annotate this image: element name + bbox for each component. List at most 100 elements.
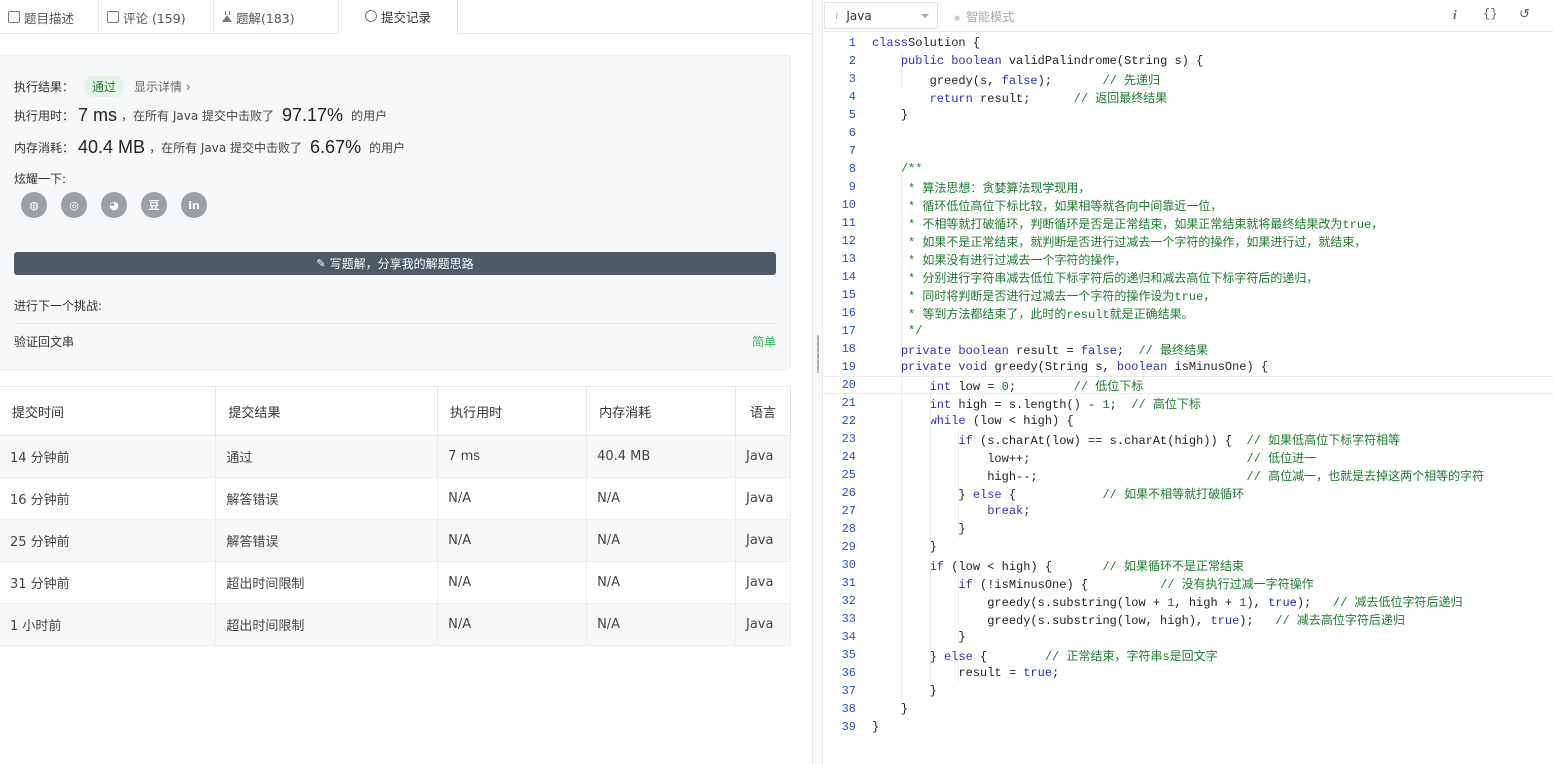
table-row[interactable]: 14 分钟前 通过 7 ms 40.4 MB Java — [0, 435, 792, 478]
linkedin-icon[interactable]: in — [181, 192, 207, 218]
code-line[interactable]: 3 greedy(s, false); // 先递归 — [823, 70, 1553, 88]
code-line[interactable]: 30 if (low < high) { // 如果循环不是正常结束 — [823, 556, 1553, 574]
code-token: result; — [972, 91, 1074, 106]
language-select[interactable]: i Java — [824, 2, 938, 29]
code-token: // 如果不相等就打破循环 — [1102, 487, 1245, 502]
info-icon[interactable]: i — [1453, 7, 1457, 23]
drag-handle-icon[interactable] — [817, 335, 819, 373]
code-line[interactable]: 11 * 不相等就打破循环，判断循环是否是正常结束，如果正常结束就将最终结果改为… — [823, 214, 1553, 232]
douban-icon[interactable]: 豆 — [141, 192, 167, 218]
submission-language: Java — [735, 477, 792, 520]
code-line[interactable]: 2 public boolean validPalindrome(String … — [823, 52, 1553, 70]
code-line[interactable]: 19 private void greedy(String s, boolean… — [823, 358, 1553, 376]
code-line[interactable]: 37 } — [823, 682, 1553, 700]
code-text: private void greedy(String s, boolean is… — [872, 360, 1268, 374]
line-number: 11 — [841, 216, 856, 230]
table-header-row: 提交时间 提交结果 执行用时 内存消耗 语言 — [0, 386, 792, 436]
code-line[interactable]: 5 } — [823, 106, 1553, 124]
code-line[interactable]: 28 } — [823, 520, 1553, 538]
code-token: ; — [1008, 379, 1074, 394]
code-line[interactable]: 33 greedy(s.substring(low, high), true);… — [823, 610, 1553, 628]
code-text: break; — [872, 504, 1030, 518]
tab-submissions[interactable]: 提交记录 — [339, 0, 458, 34]
code-line[interactable]: 13 * 如果没有进行过减去一个字符的操作， — [823, 250, 1553, 268]
exec-result-row: 执行结果： 通过 显示详情 › — [14, 76, 191, 97]
code-token: // 如果循环不是正常结束 — [1102, 559, 1245, 574]
wechat-icon[interactable]: ◍ — [21, 192, 47, 218]
table-row[interactable]: 16 分钟前 解答错误 N/A N/A Java — [0, 477, 792, 520]
submission-result[interactable]: 通过 — [215, 435, 439, 478]
code-text: */ — [872, 324, 922, 338]
pane-splitter[interactable] — [812, 0, 823, 764]
code-line[interactable]: 15 * 同时将判断是否进行过减去一个字符的操作设为true， — [823, 286, 1553, 304]
code-line[interactable]: 14 * 分别进行字符串减去低位下标字符后的递归和减去高位下标字符后的递归， — [823, 268, 1553, 286]
table-row[interactable]: 1 小时前 超出时间限制 N/A N/A Java — [0, 603, 792, 646]
submission-result[interactable]: 解答错误 — [215, 519, 439, 562]
code-line[interactable]: 1 classSolution { — [823, 34, 1553, 52]
code-line[interactable]: 18 private boolean result = false; // 最终… — [823, 340, 1553, 358]
column-header[interactable]: 提交结果 — [215, 386, 439, 436]
code-line[interactable]: 34 } — [823, 628, 1553, 646]
table-row[interactable]: 31 分钟前 超出时间限制 N/A N/A Java — [0, 561, 792, 604]
tab-description[interactable]: 题目描述 — [0, 0, 99, 34]
code-line[interactable]: 35 } else { // 正常结束，字符串s是回文字 — [823, 646, 1553, 664]
code-line[interactable]: 4 return result; // 返回最终结果 — [823, 88, 1553, 106]
next-problem-link[interactable]: 验证回文串 — [14, 333, 74, 350]
code-line[interactable]: 31 if (!isMinusOne) { // 没有执行过减一字符操作 — [823, 574, 1553, 592]
code-line[interactable]: 21 int high = s.length() - 1; // 高位下标 — [823, 394, 1553, 412]
chevron-down-icon — [921, 14, 929, 18]
code-line[interactable]: 9 * 算法思想：贪婪算法现学现用， — [823, 178, 1553, 196]
smart-mode-toggle[interactable]: 智能模式 — [954, 8, 1014, 25]
code-token: break — [987, 504, 1024, 518]
line-number: 27 — [841, 504, 856, 518]
code-token: int — [929, 397, 952, 412]
code-line[interactable]: 38 } — [823, 700, 1553, 718]
code-line[interactable]: 6 — [823, 124, 1553, 142]
code-token: } — [872, 649, 945, 664]
weibo-icon[interactable]: ◎ — [61, 192, 87, 218]
code-editor[interactable]: 1 classSolution {2 public boolean validPa… — [823, 34, 1553, 764]
tab-label: 题解(183) — [236, 10, 295, 26]
column-header[interactable]: 语言 — [735, 386, 792, 436]
column-header[interactable]: 内存消耗 — [586, 386, 736, 436]
code-line[interactable]: 16 * 等到方法都结束了，此时的result就是正确结果。 — [823, 304, 1553, 322]
code-line[interactable]: 25 high--; // 高位减一，也就是去掉这两个相等的字符 — [823, 466, 1553, 484]
code-line[interactable]: 7 — [823, 142, 1553, 160]
tab-comments[interactable]: 评论 (159) — [99, 0, 214, 34]
code-text: if (low < high) { // 如果循环不是正常结束 — [872, 557, 1244, 574]
code-line[interactable]: 20 int low = 0; // 低位下标 — [823, 376, 1553, 394]
code-token: int — [929, 379, 952, 394]
code-line[interactable]: 39} — [823, 718, 1553, 736]
format-code-icon[interactable]: {} — [1483, 7, 1497, 21]
code-token: // 没有执行过减一字符操作 — [1160, 577, 1314, 592]
code-line[interactable]: 36 result = true; — [823, 664, 1553, 682]
memory-row: 内存消耗： 40.4 MB ，在所有 Java 提交中击败了 6.67% 的用户 — [14, 137, 405, 158]
code-line[interactable]: 29 } — [823, 538, 1553, 556]
code-line[interactable]: 22 while (low < high) { — [823, 412, 1553, 430]
submission-result[interactable]: 超出时间限制 — [215, 561, 439, 604]
code-line[interactable]: 32 greedy(s.substring(low + 1, high + 1)… — [823, 592, 1553, 610]
show-details-link[interactable]: 显示详情 › — [134, 78, 191, 95]
code-line[interactable]: 17 */ — [823, 322, 1553, 340]
submission-language: Java — [735, 603, 792, 646]
column-header[interactable]: 执行用时 — [437, 386, 588, 436]
indent-guide — [901, 160, 902, 700]
column-header[interactable]: 提交时间 — [0, 386, 217, 436]
submission-time: 25 分钟前 — [0, 519, 217, 562]
line-number: 22 — [841, 414, 856, 428]
table-row[interactable]: 25 分钟前 解答错误 N/A N/A Java — [0, 519, 792, 562]
submission-result[interactable]: 超出时间限制 — [215, 603, 439, 646]
tab-solutions[interactable]: 题解(183) — [214, 0, 339, 34]
code-line[interactable]: 8 /** — [823, 160, 1553, 178]
code-line[interactable]: 12 * 如果不是正常结束，就判断是否进行过减去一个字符的操作，如果进行过，就结… — [823, 232, 1553, 250]
write-solution-button[interactable]: ✎ 写题解，分享我的解题思路 — [14, 252, 776, 275]
code-line[interactable]: 24 low++; // 低位进一 — [823, 448, 1553, 466]
code-line[interactable]: 23 if (s.charAt(low) == s.charAt(high)) … — [823, 430, 1553, 448]
code-line[interactable]: 10 * 循环低位高位下标比较，如果相等就各向中间靠近一位， — [823, 196, 1553, 214]
code-line[interactable]: 26 } else { // 如果不相等就打破循环 — [823, 484, 1553, 502]
code-line[interactable]: 27 break; — [823, 502, 1553, 520]
code-token: * 等到方法都结束了，此时的result就是正确结果。 — [872, 307, 1194, 322]
submission-result[interactable]: 解答错误 — [215, 477, 439, 520]
qq-icon[interactable]: ◕ — [101, 192, 127, 218]
reset-icon[interactable]: ↺ — [1519, 7, 1530, 22]
